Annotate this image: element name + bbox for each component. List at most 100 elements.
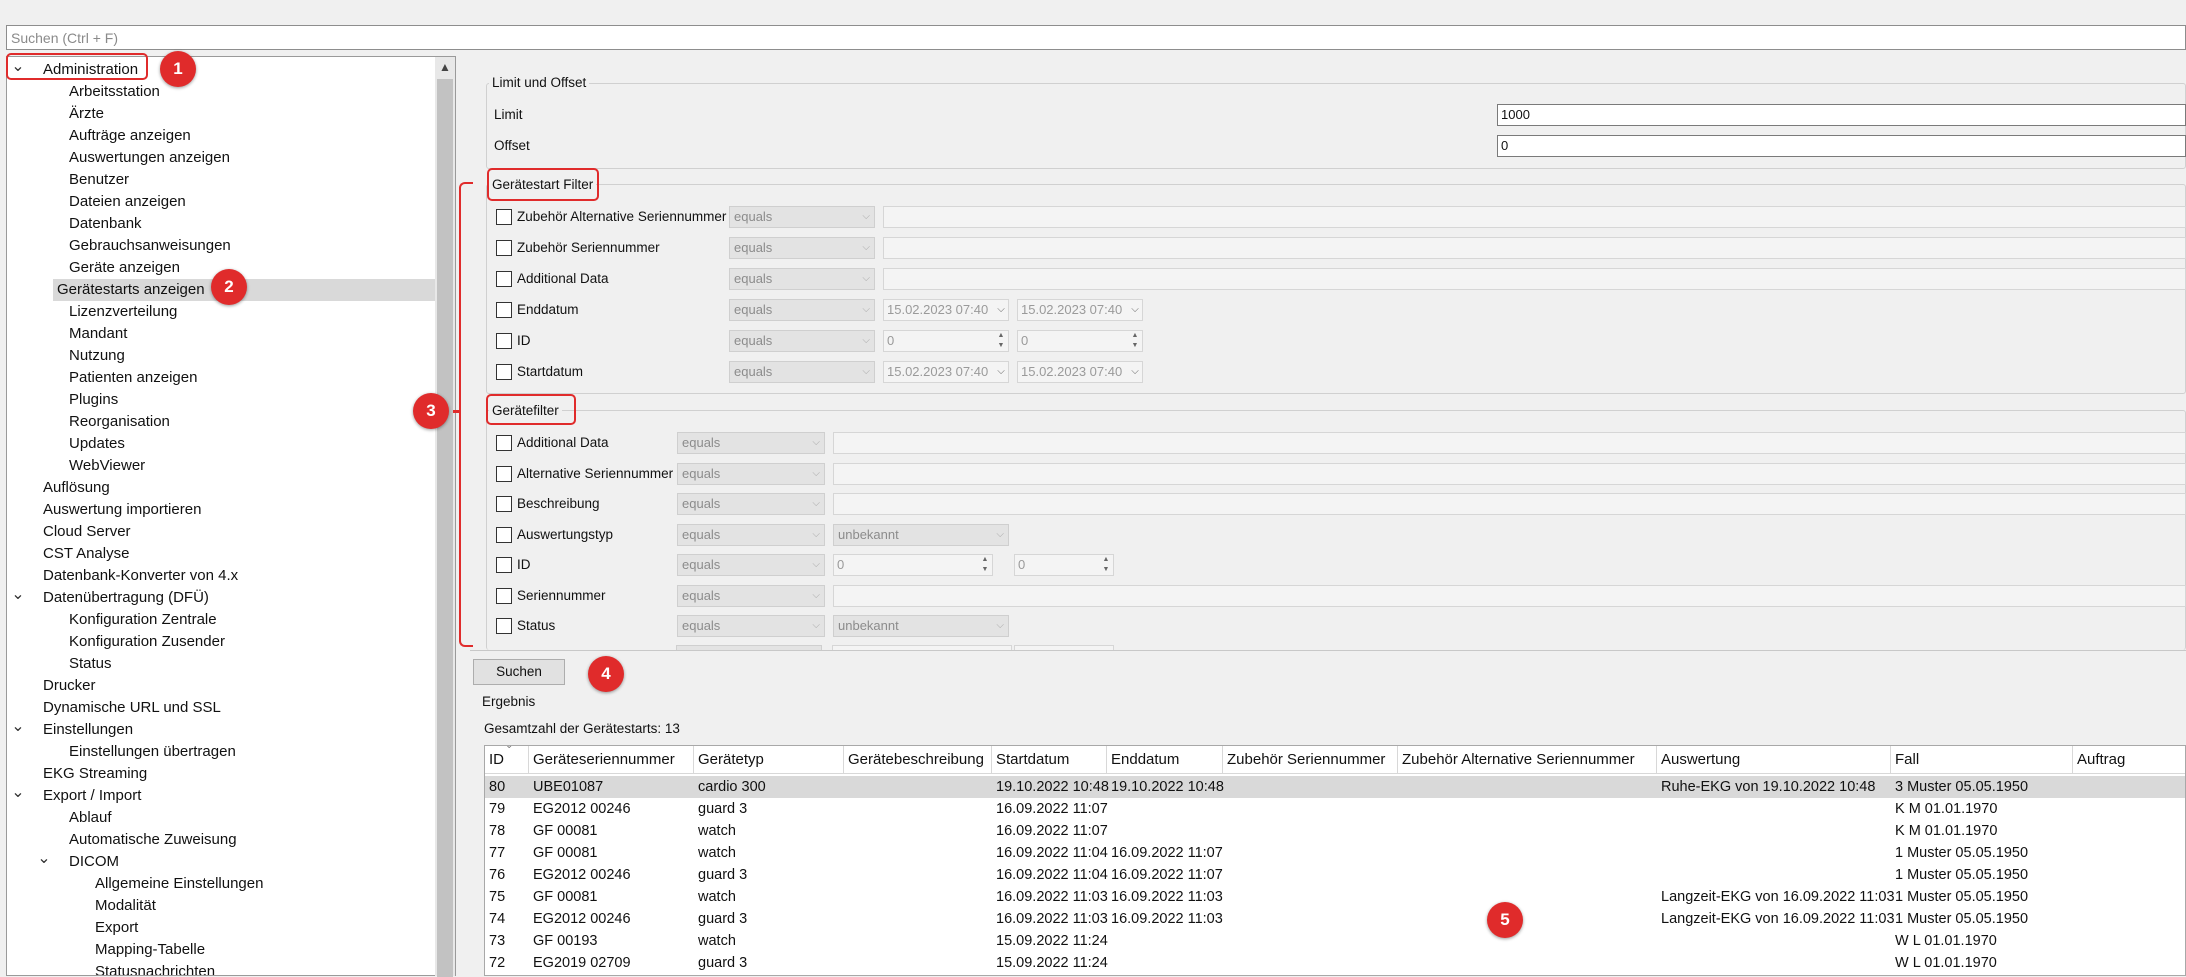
table-row[interactable]: 75 GF 00081 watch 16.09.2022 11:03 16.09.202… xyxy=(485,886,2185,908)
column-header[interactable]: Gerätetyp xyxy=(694,746,844,774)
tree-item[interactable]: Reorganisation xyxy=(7,411,435,433)
tree-item[interactable]: Ärzte xyxy=(7,103,435,125)
table-row[interactable]: 78 GF 00081 watch 16.09.2022 11:07 K M 01.01… xyxy=(485,820,2185,842)
tree-item[interactable]: Benutzer xyxy=(7,169,435,191)
column-header[interactable]: Startdatum xyxy=(992,746,1107,774)
search-input[interactable] xyxy=(7,26,2185,49)
date-input[interactable]: 15.02.2023 07:40 ⌵ xyxy=(1017,361,1143,383)
tree-item[interactable]: Drucker xyxy=(7,675,435,697)
column-header[interactable]: Zubehör Alternative Seriennummer xyxy=(1398,746,1657,774)
operator-select[interactable]: equals ⌵ xyxy=(677,584,825,607)
operator-select[interactable]: equals ⌵ xyxy=(729,330,875,352)
operator-select[interactable]: equals ⌵ xyxy=(677,493,825,515)
operator-select[interactable]: equals ⌵ xyxy=(729,268,875,290)
tree-item[interactable]: CST Analyse xyxy=(7,543,435,565)
filter-checkbox[interactable] xyxy=(496,526,512,543)
tree-item[interactable]: Export xyxy=(7,917,435,939)
filter-checkbox[interactable] xyxy=(496,240,512,256)
tree-item[interactable]: Datenbank-Konverter von 4.x xyxy=(7,565,435,587)
tree-item[interactable]: Datenbank xyxy=(7,213,435,235)
tree-item[interactable]: Automatische Zuweisung xyxy=(7,829,435,851)
table-row[interactable]: 76 EG2012 00246 guard 3 16.09.2022 11:04 16.… xyxy=(485,864,2185,886)
operator-select[interactable]: equals ⌵ xyxy=(677,432,825,454)
filter-checkbox[interactable] xyxy=(496,364,512,380)
search-button[interactable]: Suchen xyxy=(473,659,565,685)
column-header[interactable]: Auftrag xyxy=(2073,746,2185,774)
tree-item[interactable]: Patienten anzeigen xyxy=(7,367,435,389)
tree-item[interactable]: Dateien anzeigen xyxy=(7,191,435,213)
filter-value-input[interactable] xyxy=(833,493,2186,515)
filter-checkbox[interactable] xyxy=(496,302,512,318)
tree-item[interactable]: Plugins xyxy=(7,389,435,411)
table-row[interactable]: 74 EG2012 00246 guard 3 16.09.2022 11:03 16.… xyxy=(485,908,2185,930)
number-input[interactable]: 0 ▲ ▼ xyxy=(1017,330,1143,352)
tree-item[interactable]: Auswertungen anzeigen xyxy=(7,147,435,169)
tree-item[interactable]: Nutzung xyxy=(7,345,435,367)
filter-checkbox[interactable] xyxy=(496,271,512,287)
tree-item[interactable]: Arbeitsstation xyxy=(7,81,435,103)
date-input[interactable]: 15.02.2023 07:40 ⌵ xyxy=(883,299,1009,321)
filter-value-input[interactable] xyxy=(833,462,2186,485)
search-box[interactable] xyxy=(6,25,2186,50)
tree-item[interactable]: Mandant xyxy=(7,323,435,345)
operator-select[interactable]: equals ⌵ xyxy=(677,462,825,485)
filter-value-input[interactable] xyxy=(883,237,2186,259)
limit-input[interactable]: 1000 xyxy=(1497,104,2186,126)
number-input[interactable]: 0 ▲ ▼ xyxy=(883,330,1009,352)
operator-select[interactable]: equals ⌵ xyxy=(729,206,875,228)
date-input[interactable]: 15.02.2023 07:40 ⌵ xyxy=(1017,299,1143,321)
tree-item[interactable]: Auswertung importieren xyxy=(7,499,435,521)
chevron-down-icon[interactable]: ⌄ xyxy=(11,587,25,609)
chevron-down-icon[interactable]: ⌄ xyxy=(11,785,25,807)
column-header[interactable]: Gerätebeschreibung xyxy=(844,746,992,774)
result-table[interactable]: ID Geräteseriennummer Gerätetyp Gerätebesch… xyxy=(484,745,2186,976)
tree-item[interactable]: Allgemeine Einstellungen xyxy=(7,873,435,895)
number-input[interactable]: 0 ▲ ▼ xyxy=(1014,554,1114,576)
filter-checkbox[interactable] xyxy=(496,587,512,604)
filter-checkbox[interactable] xyxy=(496,465,512,482)
tree-item[interactable]: Gebrauchsanweisungen xyxy=(7,235,435,257)
table-row[interactable]: 72 EG2019 02709 guard 3 15.09.2022 11:24 W L… xyxy=(485,952,2185,974)
tree-item[interactable]: Statusnachrichten xyxy=(7,961,435,975)
value-select[interactable]: unbekannt ⌵ xyxy=(833,523,1009,546)
tree-item[interactable]: Dynamische URL und SSL xyxy=(7,697,435,719)
tree-scrollbar[interactable]: ▲ xyxy=(435,56,456,977)
tree-item[interactable]: ⌄ Datenübertragung (DFÜ) xyxy=(7,587,435,609)
tree-item[interactable]: EKG Streaming xyxy=(7,763,435,785)
filter-checkbox[interactable] xyxy=(496,435,512,451)
spinner-icon[interactable]: ▲ ▼ xyxy=(995,331,1007,351)
table-row[interactable]: 79 EG2012 00246 guard 3 16.09.2022 11:07 K M… xyxy=(485,798,2185,820)
tree-item[interactable]: Modalität xyxy=(7,895,435,917)
tree-item[interactable]: Status xyxy=(7,653,435,675)
number-input[interactable]: 0 ▲ ▼ xyxy=(833,554,993,576)
filter-value-input[interactable] xyxy=(883,206,2186,228)
tree-item[interactable]: Einstellungen übertragen xyxy=(7,741,435,763)
operator-select[interactable]: equals ⌵ xyxy=(677,615,825,637)
filter-value-input[interactable] xyxy=(883,268,2186,290)
tree-item[interactable]: ⌄ Export / Import xyxy=(7,785,435,807)
tree-item[interactable]: Cloud Server xyxy=(7,521,435,543)
offset-input[interactable]: 0 xyxy=(1497,135,2186,157)
operator-select[interactable]: equals ⌵ xyxy=(677,523,825,546)
scroll-up-icon[interactable]: ▲ xyxy=(435,57,455,77)
tree-item[interactable]: Updates xyxy=(7,433,435,455)
spinner-icon[interactable]: ▲ ▼ xyxy=(1129,331,1141,351)
filter-checkbox[interactable] xyxy=(496,618,512,634)
table-row[interactable]: 73 GF 00193 watch 15.09.2022 11:24 W L 01.01… xyxy=(485,930,2185,952)
filter-checkbox[interactable] xyxy=(496,333,512,349)
tree-item[interactable]: Aufträge anzeigen xyxy=(7,125,435,147)
filter-value-input[interactable] xyxy=(833,432,2186,454)
table-row[interactable]: 80 UBE01087 cardio 300 19.10.2022 10:48 19.1… xyxy=(485,776,2185,798)
date-input[interactable]: 15.02.2023 07:40 ⌵ xyxy=(883,361,1009,383)
tree-item[interactable]: Mapping-Tabelle xyxy=(7,939,435,961)
operator-select[interactable]: equals ⌵ xyxy=(729,237,875,259)
filter-checkbox[interactable] xyxy=(496,209,512,225)
column-header[interactable]: Geräteseriennummer xyxy=(529,746,694,774)
filter-checkbox[interactable] xyxy=(496,496,512,512)
table-row[interactable]: 77 GF 00081 watch 16.09.2022 11:04 16.09.202… xyxy=(485,842,2185,864)
tree-item[interactable]: Konfiguration Zusender xyxy=(7,631,435,653)
column-header[interactable]: Auswertung xyxy=(1657,746,1891,774)
tree-item[interactable]: WebViewer xyxy=(7,455,435,477)
spinner-icon[interactable]: ▲ ▼ xyxy=(1100,555,1112,575)
operator-select[interactable]: equals ⌵ xyxy=(677,554,825,576)
